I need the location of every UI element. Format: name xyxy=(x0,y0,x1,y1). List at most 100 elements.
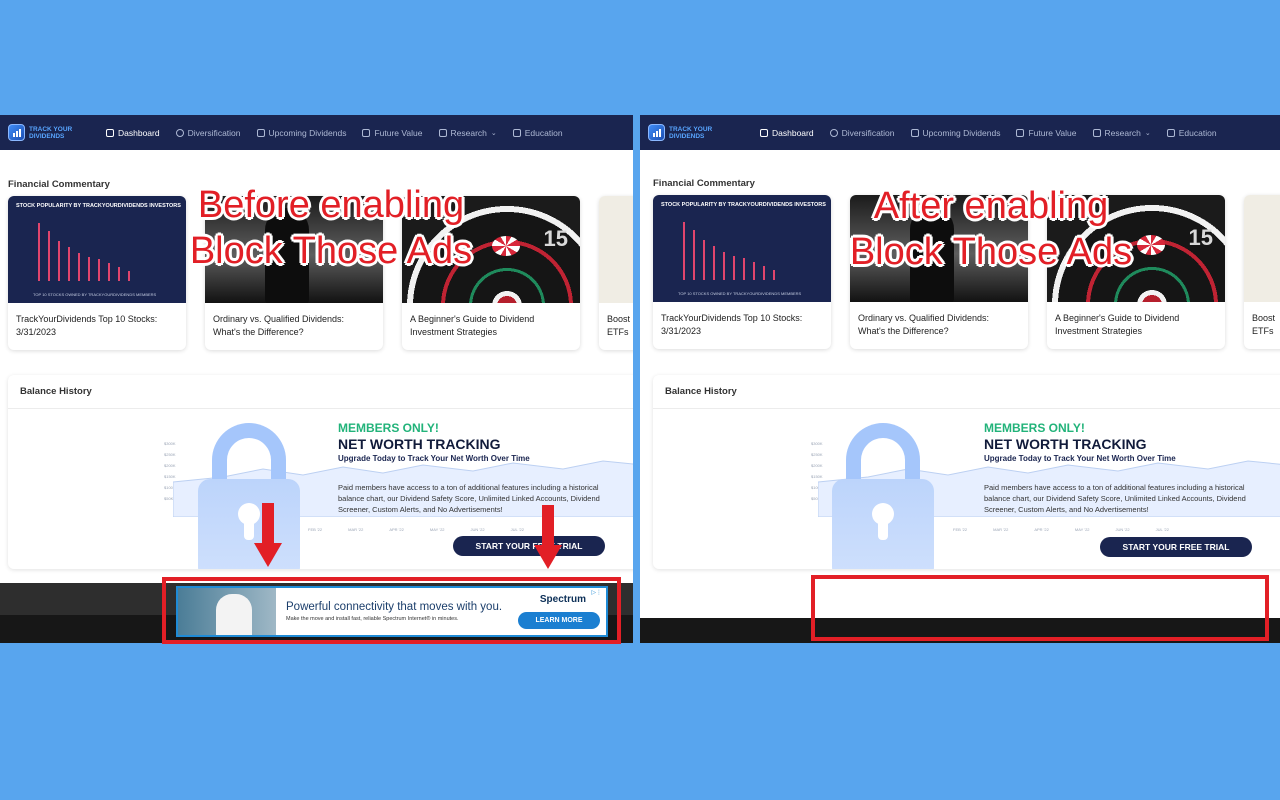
financial-commentary-title: Financial Commentary xyxy=(8,179,110,190)
article-card[interactable]: Boost ETFs xyxy=(599,196,633,350)
main-nav: Dashboard Diversification Upcoming Divid… xyxy=(106,128,563,138)
caption-line: Block Those Ads xyxy=(849,231,1133,273)
title-line: Boost xyxy=(607,314,631,324)
nav-diversification[interactable]: Diversification xyxy=(175,127,241,138)
article-thumbnail xyxy=(1244,195,1280,302)
dartboard-number: 15 xyxy=(543,226,568,251)
promo-subtitle: Upgrade Today to Track Your Net Worth Ov… xyxy=(338,454,530,463)
title-line: TrackYourDividends Top 10 Stocks: xyxy=(16,314,158,324)
nav-label: Diversification xyxy=(187,127,241,138)
article-title: Boost ETFs xyxy=(599,303,633,339)
caption-line: Before enabling xyxy=(197,184,465,226)
site-logo[interactable]: Track Your Dividends xyxy=(8,124,96,141)
thumbnail-bars xyxy=(683,220,803,280)
x-tick: JUL '22 xyxy=(510,527,524,532)
ad-highlight-box-before xyxy=(162,577,621,644)
padlock-icon xyxy=(832,423,934,569)
article-title: TrackYourDividends Top 10 Stocks: 3/31/20… xyxy=(653,302,831,338)
logo-chart-icon xyxy=(8,124,25,141)
title-line: TrackYourDividends Top 10 Stocks: xyxy=(661,313,803,323)
thumbnail-title: STOCK POPULARITY BY TRACKYOURDIVIDENDS I… xyxy=(661,202,826,208)
nav-education[interactable]: Education xyxy=(512,127,563,138)
title-line: Ordinary vs. Qualified Dividends: xyxy=(213,314,345,324)
nav-label: Education xyxy=(524,127,563,138)
thumbnail-title: STOCK POPULARITY BY TRACKYOURDIVIDENDS I… xyxy=(16,203,181,209)
promo-description: Paid members have access to a ton of add… xyxy=(338,483,600,514)
title-line: A Beginner's Guide to Dividend xyxy=(410,314,535,324)
main-nav: Dashboard Diversification Upcoming Divid… xyxy=(760,128,1217,138)
logo-line1: Track Your xyxy=(669,125,713,133)
before-overlay-caption: Before enabling Block Those Ads xyxy=(176,182,486,274)
x-tick: FEB '22 xyxy=(308,527,323,532)
nav-label: Research xyxy=(450,127,487,138)
logo-line2: Dividends xyxy=(669,132,705,140)
title-line: Boost xyxy=(1252,313,1276,323)
nav-label: Dashboard xyxy=(772,127,814,138)
thumbnail-bars xyxy=(38,221,158,281)
calendar-icon xyxy=(256,128,265,137)
nav-label: Upcoming Dividends xyxy=(922,127,1001,138)
title-line: 3/31/2023 xyxy=(16,327,57,337)
dart-flight xyxy=(492,236,520,256)
chevron-down-icon: ⌄ xyxy=(1144,129,1151,137)
ad-highlight-box-after xyxy=(811,575,1269,641)
start-free-trial-button[interactable]: START YOUR FREE TRIAL xyxy=(1100,537,1252,557)
red-arrow-down-icon xyxy=(254,503,282,567)
nav-education[interactable]: Education xyxy=(1166,127,1217,138)
article-title: Ordinary vs. Qualified Dividends: What's … xyxy=(850,302,1028,338)
thumbnail-footer: TOP 10 STOCKS OWNED BY TRACKYOURDIVIDEND… xyxy=(33,292,157,297)
nav-diversification[interactable]: Diversification xyxy=(829,127,895,138)
nav-research[interactable]: Research ⌄ xyxy=(438,127,497,138)
article-card[interactable]: STOCK POPULARITY BY TRACKYOURDIVIDENDS I… xyxy=(8,196,186,350)
promo-description: Paid members have access to a ton of add… xyxy=(984,483,1246,514)
table-icon xyxy=(1092,128,1101,137)
nav-label: Education xyxy=(1178,127,1217,138)
nav-dashboard[interactable]: Dashboard xyxy=(106,128,160,138)
thumbnail-footer: TOP 10 STOCKS OWNED BY TRACKYOURDIVIDEND… xyxy=(678,291,802,296)
nav-label: Diversification xyxy=(841,127,895,138)
article-card[interactable]: STOCK POPULARITY BY TRACKYOURDIVIDENDS I… xyxy=(653,195,831,349)
after-overlay-caption: After enabling Block Those Ads xyxy=(836,183,1146,275)
nav-research[interactable]: Research ⌄ xyxy=(1092,127,1151,138)
balance-history-card: Balance History $300K $250K $200K $150K … xyxy=(653,375,1280,569)
trend-line-icon xyxy=(362,128,371,137)
chart-x-axis: FEB '22 MAR '22 APR '22 MAY '22 JUN '22 … xyxy=(308,527,524,532)
x-tick: MAY '22 xyxy=(1074,527,1090,532)
article-title: Boost ETFs xyxy=(1244,302,1280,338)
promo-title: NET WORTH TRACKING xyxy=(984,436,1147,452)
article-card[interactable]: Boost ETFs xyxy=(1244,195,1280,349)
table-icon xyxy=(438,128,447,137)
logo-line2: Dividends xyxy=(29,132,65,140)
article-thumbnail: STOCK POPULARITY BY TRACKYOURDIVIDENDS I… xyxy=(653,195,831,302)
start-free-trial-button[interactable]: START YOUR FREE TRIAL xyxy=(453,536,605,556)
promo-title: NET WORTH TRACKING xyxy=(338,436,501,452)
nav-upcoming-dividends[interactable]: Upcoming Dividends xyxy=(910,127,1001,138)
home-icon xyxy=(106,128,114,137)
article-title: TrackYourDividends Top 10 Stocks: 3/31/20… xyxy=(8,303,186,339)
nav-label: Future Value xyxy=(374,127,423,138)
article-title: Ordinary vs. Qualified Dividends: What's … xyxy=(205,303,383,339)
nav-upcoming-dividends[interactable]: Upcoming Dividends xyxy=(256,128,346,138)
nav-future-value[interactable]: Future Value xyxy=(362,127,423,138)
site-logo[interactable]: Track Your Dividends xyxy=(648,124,736,141)
nav-dashboard[interactable]: Dashboard xyxy=(760,128,814,138)
nav-label: Dashboard xyxy=(118,127,160,138)
financial-commentary-title: Financial Commentary xyxy=(653,178,755,189)
x-tick: APR '22 xyxy=(1034,527,1049,532)
pie-chart-icon xyxy=(829,128,838,137)
nav-future-value[interactable]: Future Value xyxy=(1016,128,1077,138)
title-line: Investment Strategies xyxy=(410,327,498,337)
dartboard-number: 15 xyxy=(1188,225,1213,250)
x-tick: MAR '22 xyxy=(993,527,1009,532)
title-line: ETFs xyxy=(1252,326,1274,336)
title-line: Ordinary vs. Qualified Dividends: xyxy=(858,313,990,323)
red-arrow-down-icon xyxy=(534,505,562,569)
graduation-cap-icon xyxy=(512,128,521,137)
x-tick: MAY '22 xyxy=(429,527,445,532)
members-only-promo: MEMBERS ONLY! NET WORTH TRACKING Upgrade… xyxy=(338,421,618,515)
article-thumbnail xyxy=(599,196,633,303)
top-navigation-bar: Track Your Dividends Dashboard Diversific… xyxy=(640,115,1280,150)
article-thumbnail: STOCK POPULARITY BY TRACKYOURDIVIDENDS I… xyxy=(8,196,186,303)
logo-chart-icon xyxy=(648,124,665,141)
nav-label: Research xyxy=(1104,127,1141,138)
